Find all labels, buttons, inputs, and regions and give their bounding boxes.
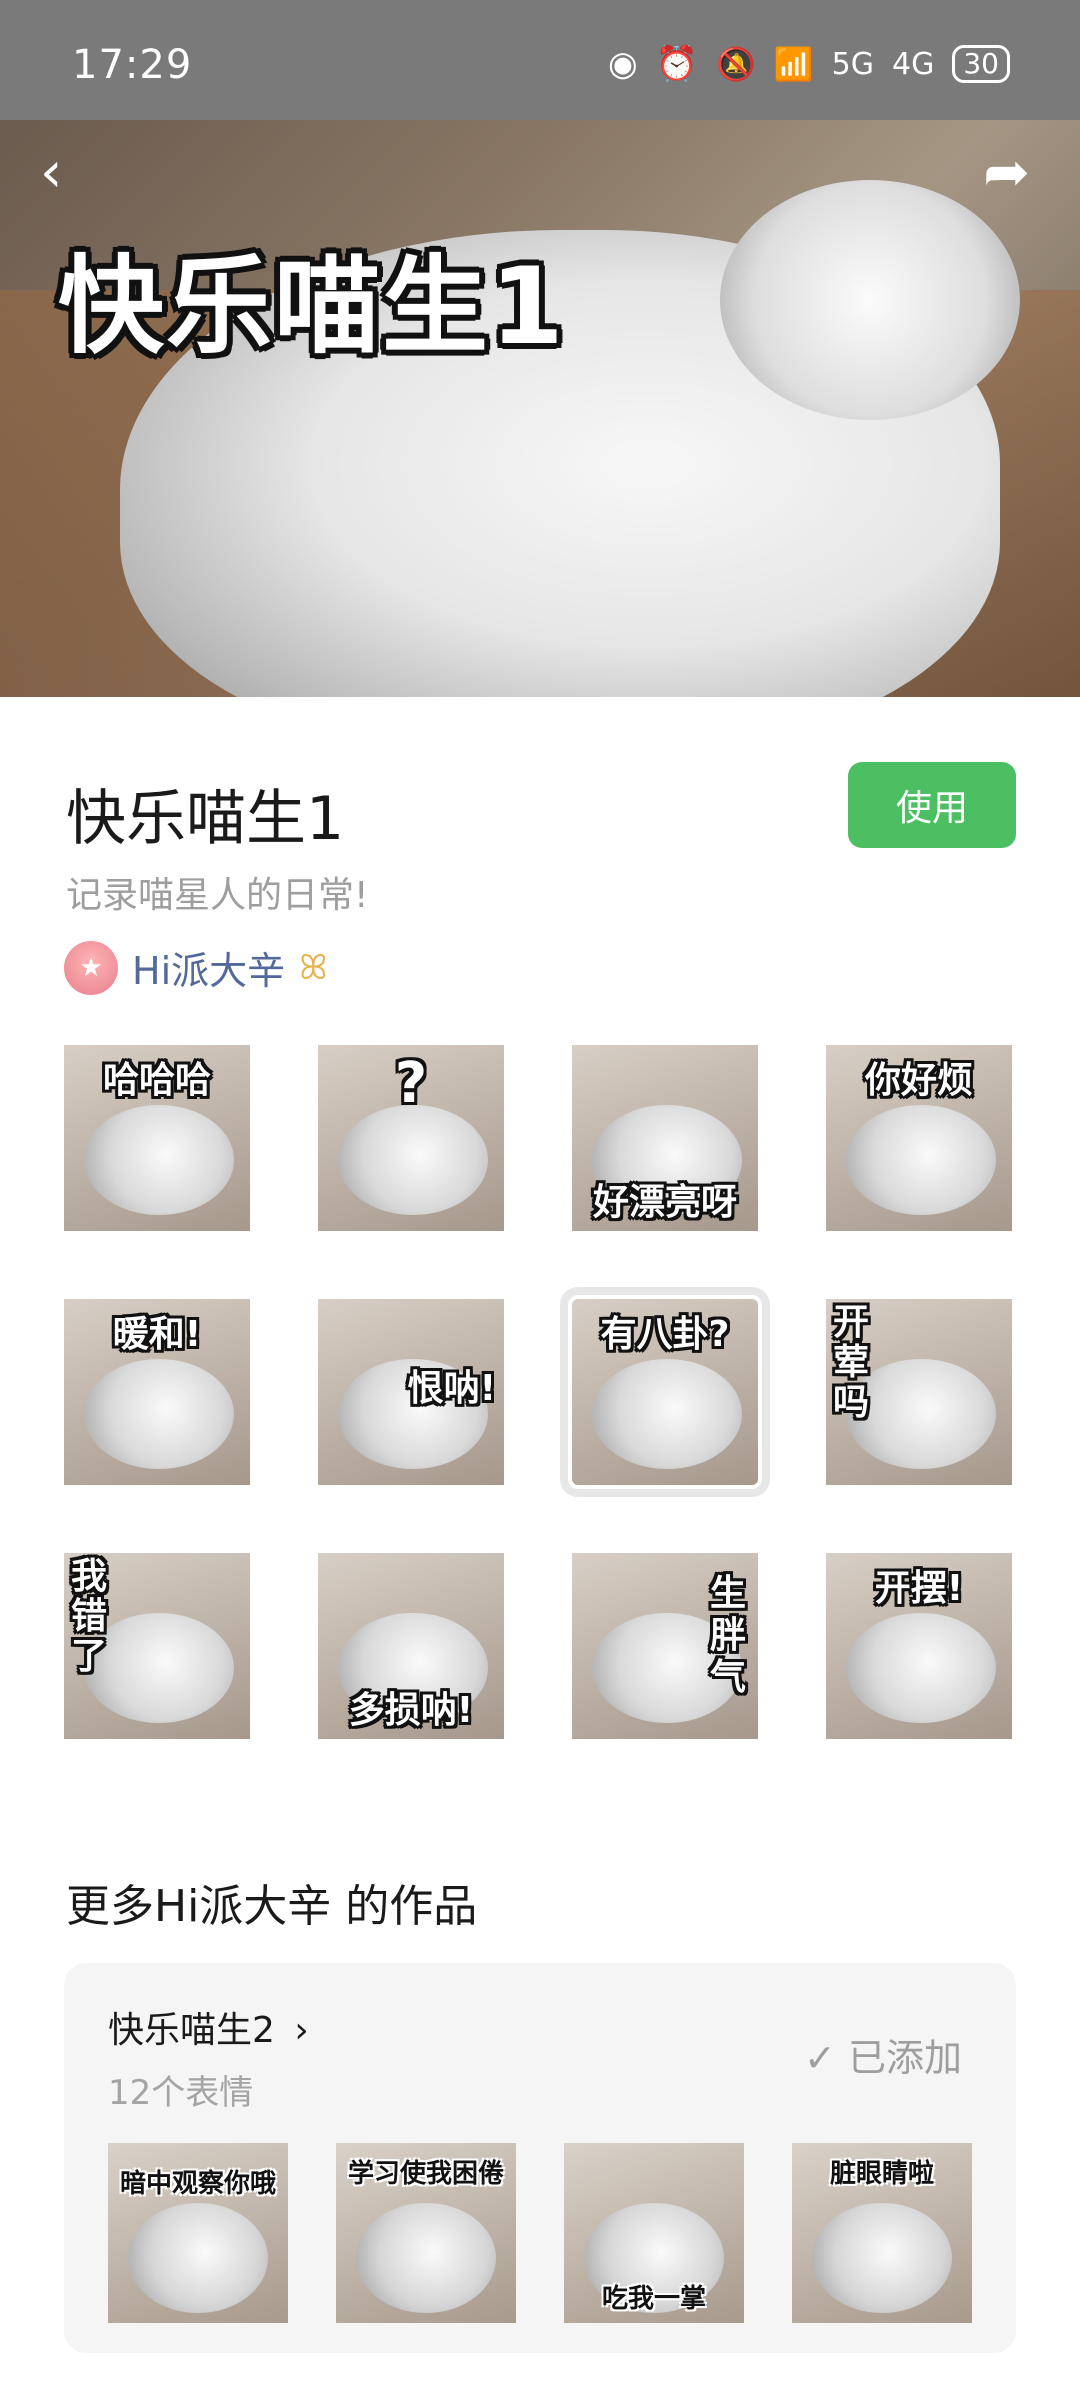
related-sticker-thumb[interactable]: 学习使我困倦 bbox=[336, 2143, 516, 2323]
sticker-caption: 暖和! bbox=[112, 1314, 202, 1355]
cat-image bbox=[846, 1105, 996, 1215]
sticker-item[interactable]: 你好烦 bbox=[826, 1045, 1012, 1231]
sticker-caption: 我错了 bbox=[70, 1556, 107, 1677]
added-label: 已添加 bbox=[847, 2036, 962, 2080]
cat-image bbox=[812, 2203, 952, 2313]
sticker-caption: 恨呐! bbox=[407, 1368, 496, 1409]
sticker-caption: 好漂亮呀 bbox=[592, 1182, 737, 1223]
sticker-caption: 哈哈哈 bbox=[102, 1060, 211, 1101]
sticker-item[interactable]: 暖和! bbox=[64, 1299, 250, 1485]
eye-icon: ◉ bbox=[607, 44, 638, 84]
sticker-caption: 开荤吗 bbox=[832, 1302, 869, 1423]
share-icon[interactable]: ➦ bbox=[983, 140, 1030, 205]
sticker-item[interactable]: 开荤吗 bbox=[826, 1299, 1012, 1485]
thumb-caption: 脏眼睛啦 bbox=[829, 2159, 934, 2189]
sticker-item[interactable]: 我错了 bbox=[64, 1553, 250, 1739]
sticker-caption: 开摆! bbox=[874, 1568, 964, 1609]
avatar[interactable]: ★ bbox=[64, 940, 118, 995]
sticker-item[interactable]: 恨呐! bbox=[318, 1299, 504, 1485]
use-button[interactable]: 使用 bbox=[848, 762, 1016, 848]
author-row[interactable]: ★ Hi派大辛 ꕤ bbox=[64, 940, 327, 995]
sticker-caption: 你好烦 bbox=[864, 1060, 973, 1101]
sticker-item[interactable]: 开摆! bbox=[826, 1553, 1012, 1739]
hero-cat-head bbox=[720, 180, 1020, 420]
cat-image bbox=[84, 1359, 234, 1469]
chevron-right-icon: › bbox=[294, 2010, 309, 2051]
hero-title: 快乐喵生1 bbox=[58, 245, 566, 368]
cat-image bbox=[846, 1613, 996, 1723]
related-pack-label: 快乐喵生2 bbox=[108, 2010, 275, 2051]
hero-banner: 快乐喵生1 bbox=[0, 120, 1080, 697]
sticker-caption: ? bbox=[394, 1051, 428, 1116]
related-sticker-thumb[interactable]: 脏眼睛啦 bbox=[792, 2143, 972, 2323]
thumb-caption: 吃我一掌 bbox=[601, 2284, 706, 2314]
butterfly-badge-icon: ꕤ bbox=[299, 947, 328, 988]
sticker-item[interactable]: 好漂亮呀 bbox=[572, 1045, 758, 1231]
sticker-item[interactable]: 哈哈哈 bbox=[64, 1045, 250, 1231]
more-works-title: 更多Hi派大辛 的作品 bbox=[66, 1881, 478, 1932]
cat-image bbox=[338, 1105, 488, 1215]
related-sticker-thumb[interactable]: 吃我一掌 bbox=[564, 2143, 744, 2323]
status-bar: 17:29 ◉ ⏰ 🔕 📶 5G 4G 30 bbox=[0, 0, 1080, 120]
signal-4g-icon: 4G bbox=[892, 46, 935, 82]
sticker-item[interactable]: 多损呐! bbox=[318, 1553, 504, 1739]
sticker-caption: 有八卦? bbox=[600, 1314, 730, 1355]
sticker-item[interactable]: 生胖气 bbox=[572, 1553, 758, 1739]
thumb-caption: 暗中观察你哦 bbox=[119, 2169, 276, 2199]
back-icon[interactable]: ‹ bbox=[40, 140, 62, 205]
added-status: ✓ 已添加 bbox=[804, 2027, 962, 2082]
sticker-caption: 生胖气 bbox=[709, 1573, 746, 1698]
status-time: 17:29 bbox=[72, 42, 193, 88]
check-icon: ✓ bbox=[804, 2036, 836, 2080]
mute-bell-icon: 🔕 bbox=[715, 45, 756, 83]
cat-image bbox=[356, 2203, 496, 2313]
related-pack-count: 12个表情 bbox=[108, 2073, 254, 2113]
pack-title: 快乐喵生1 bbox=[66, 784, 345, 854]
pack-description: 记录喵星人的日常! bbox=[66, 875, 369, 916]
sticker-item[interactable]: ? bbox=[318, 1045, 504, 1231]
related-pack-name[interactable]: 快乐喵生2 › bbox=[108, 2001, 309, 2053]
related-pack-card[interactable]: 快乐喵生2 › 12个表情 ✓ 已添加 暗中观察你哦 学习使我困倦 吃我一掌 脏… bbox=[64, 1963, 1016, 2353]
cat-image bbox=[84, 1105, 234, 1215]
alarm-icon: ⏰ bbox=[655, 44, 698, 84]
battery-icon: 30 bbox=[952, 45, 1010, 83]
status-icons: ◉ ⏰ 🔕 📶 5G 4G 30 bbox=[608, 44, 1010, 84]
author-name[interactable]: Hi派大辛 bbox=[132, 940, 285, 995]
sticker-item-selected[interactable]: 有八卦? bbox=[560, 1287, 770, 1497]
cat-image bbox=[128, 2203, 268, 2313]
wifi-icon: 📶 bbox=[773, 45, 814, 83]
sticker-caption: 多损呐! bbox=[348, 1690, 474, 1731]
thumb-caption: 学习使我困倦 bbox=[347, 2159, 504, 2189]
related-sticker-thumb[interactable]: 暗中观察你哦 bbox=[108, 2143, 288, 2323]
signal-5g-icon: 5G bbox=[831, 46, 875, 82]
cat-image bbox=[592, 1359, 742, 1469]
